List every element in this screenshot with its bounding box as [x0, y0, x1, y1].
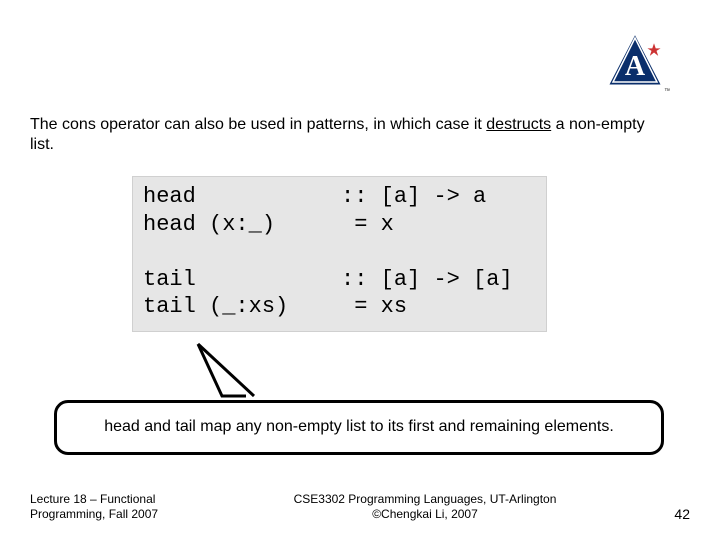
svg-text:™: ™ — [664, 88, 670, 95]
footer-page-number: 42 — [650, 506, 720, 522]
code-line-2: head (x:_) = x — [143, 212, 394, 237]
footer-left-line1: Lecture 18 – Functional — [30, 492, 200, 507]
code-line-3: tail :: [a] -> [a] — [143, 267, 513, 292]
intro-underlined: destructs — [486, 116, 551, 133]
footer-center-line1: CSE3302 Programming Languages, UT-Arling… — [200, 492, 650, 507]
footer-center: CSE3302 Programming Languages, UT-Arling… — [200, 492, 650, 522]
svg-text:A: A — [625, 51, 646, 82]
callout-pointer-icon — [194, 340, 274, 410]
intro-text: The cons operator can also be used in pa… — [30, 115, 670, 155]
footer-center-line2: ©Chengkai Li, 2007 — [200, 507, 650, 522]
uta-logo: A ™ — [600, 28, 670, 103]
callout-wrapper: head and tail map any non-empty list to … — [54, 400, 664, 455]
footer-left-line2: Programming, Fall 2007 — [30, 507, 200, 522]
code-block: head :: [a] -> a head (x:_) = x tail :: … — [132, 176, 547, 332]
slide-footer: Lecture 18 – Functional Programming, Fal… — [0, 492, 720, 522]
callout-text: head and tail map any non-empty list to … — [104, 418, 614, 435]
code-line-4: tail (_:xs) = xs — [143, 294, 407, 319]
intro-pre: The cons operator can also be used in pa… — [30, 116, 486, 133]
footer-left: Lecture 18 – Functional Programming, Fal… — [0, 492, 200, 522]
code-line-1: head :: [a] -> a — [143, 184, 486, 209]
callout-box: head and tail map any non-empty list to … — [54, 400, 664, 455]
